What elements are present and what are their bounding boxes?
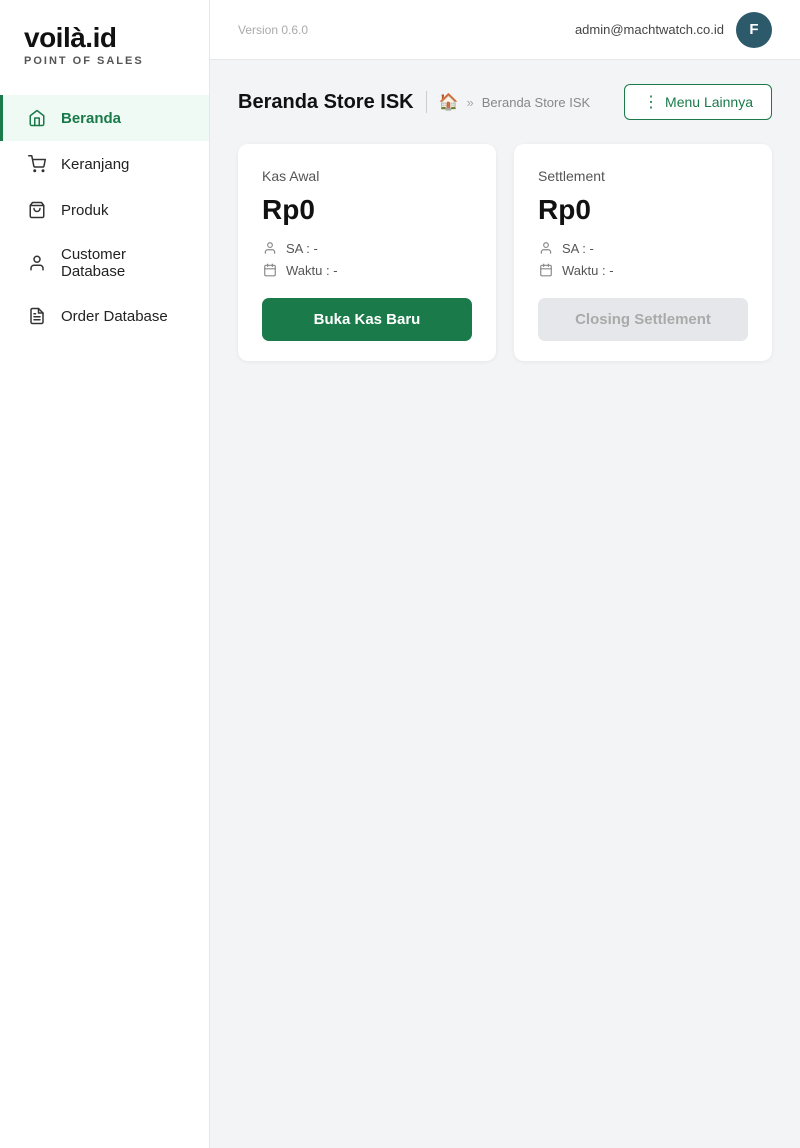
dots-icon: ⋮	[643, 92, 659, 112]
settlement-sa-label: SA : -	[562, 241, 594, 256]
person-meta-icon	[262, 240, 278, 256]
calendar-meta-icon	[262, 262, 278, 278]
kas-awal-waktu-label: Waktu : -	[286, 263, 338, 278]
settlement-meta: SA : - Waktu : -	[538, 240, 748, 278]
kas-awal-waktu: Waktu : -	[262, 262, 472, 278]
doc-icon	[27, 306, 47, 326]
menu-lainnya-button[interactable]: ⋮ Menu Lainnya	[624, 84, 772, 120]
main-content: Version 0.6.0 admin@machtwatch.co.id F B…	[210, 0, 800, 1148]
user-email: admin@machtwatch.co.id	[575, 22, 724, 37]
calendar-meta-icon-2	[538, 262, 554, 278]
breadcrumb-arrow: »	[467, 95, 474, 110]
sidebar-item-customer-database[interactable]: Customer Database	[0, 233, 209, 293]
kas-awal-label: Kas Awal	[262, 168, 472, 184]
avatar: F	[736, 12, 772, 48]
settlement-waktu-label: Waktu : -	[562, 263, 614, 278]
home-breadcrumb-icon[interactable]: 🏠	[439, 92, 459, 112]
app-tagline: POINT OF SALES	[24, 55, 185, 67]
page-title: Beranda Store ISK	[238, 91, 414, 114]
person-icon	[27, 253, 47, 273]
sidebar-item-label: Produk	[61, 202, 109, 219]
breadcrumb-divider	[426, 91, 427, 113]
sidebar-item-produk[interactable]: Produk	[0, 187, 209, 233]
home-icon	[27, 108, 47, 128]
topbar: Version 0.6.0 admin@machtwatch.co.id F	[210, 0, 800, 60]
sidebar-item-order-database[interactable]: Order Database	[0, 293, 209, 339]
kas-awal-sa-label: SA : -	[286, 241, 318, 256]
bag-icon	[27, 200, 47, 220]
sidebar-nav: Beranda Keranjang Produk	[0, 95, 209, 339]
cards-row: Kas Awal Rp0 SA : -	[238, 144, 772, 361]
settlement-amount: Rp0	[538, 194, 748, 226]
sidebar: voilà.id POINT OF SALES Beranda Keranjan…	[0, 0, 210, 1148]
sidebar-item-beranda[interactable]: Beranda	[0, 95, 209, 141]
kas-awal-card: Kas Awal Rp0 SA : -	[238, 144, 496, 361]
cart-icon	[27, 154, 47, 174]
kas-awal-amount: Rp0	[262, 194, 472, 226]
settlement-card: Settlement Rp0 SA : -	[514, 144, 772, 361]
sidebar-item-label: Beranda	[61, 110, 121, 127]
kas-awal-sa: SA : -	[262, 240, 472, 256]
logo: voilà.id POINT OF SALES	[0, 0, 209, 85]
sidebar-item-label: Keranjang	[61, 156, 129, 173]
settlement-sa: SA : -	[538, 240, 748, 256]
breadcrumb-current: Beranda Store ISK	[482, 95, 590, 110]
page-header: Beranda Store ISK 🏠 » Beranda Store ISK …	[238, 84, 772, 120]
menu-lainnya-label: Menu Lainnya	[665, 94, 753, 110]
closing-settlement-button: Closing Settlement	[538, 298, 748, 341]
sidebar-item-keranjang[interactable]: Keranjang	[0, 141, 209, 187]
app-name: voilà.id	[24, 22, 185, 54]
kas-awal-meta: SA : - Waktu : -	[262, 240, 472, 278]
person-meta-icon-2	[538, 240, 554, 256]
topbar-right: admin@machtwatch.co.id F	[575, 12, 772, 48]
version-text: Version 0.6.0	[238, 23, 308, 37]
sidebar-item-label: Customer Database	[61, 246, 185, 280]
buka-kas-baru-button[interactable]: Buka Kas Baru	[262, 298, 472, 341]
settlement-label: Settlement	[538, 168, 748, 184]
sidebar-item-label: Order Database	[61, 308, 168, 325]
breadcrumb: Beranda Store ISK 🏠 » Beranda Store ISK	[238, 91, 590, 114]
settlement-waktu: Waktu : -	[538, 262, 748, 278]
content-area: Beranda Store ISK 🏠 » Beranda Store ISK …	[210, 60, 800, 1148]
